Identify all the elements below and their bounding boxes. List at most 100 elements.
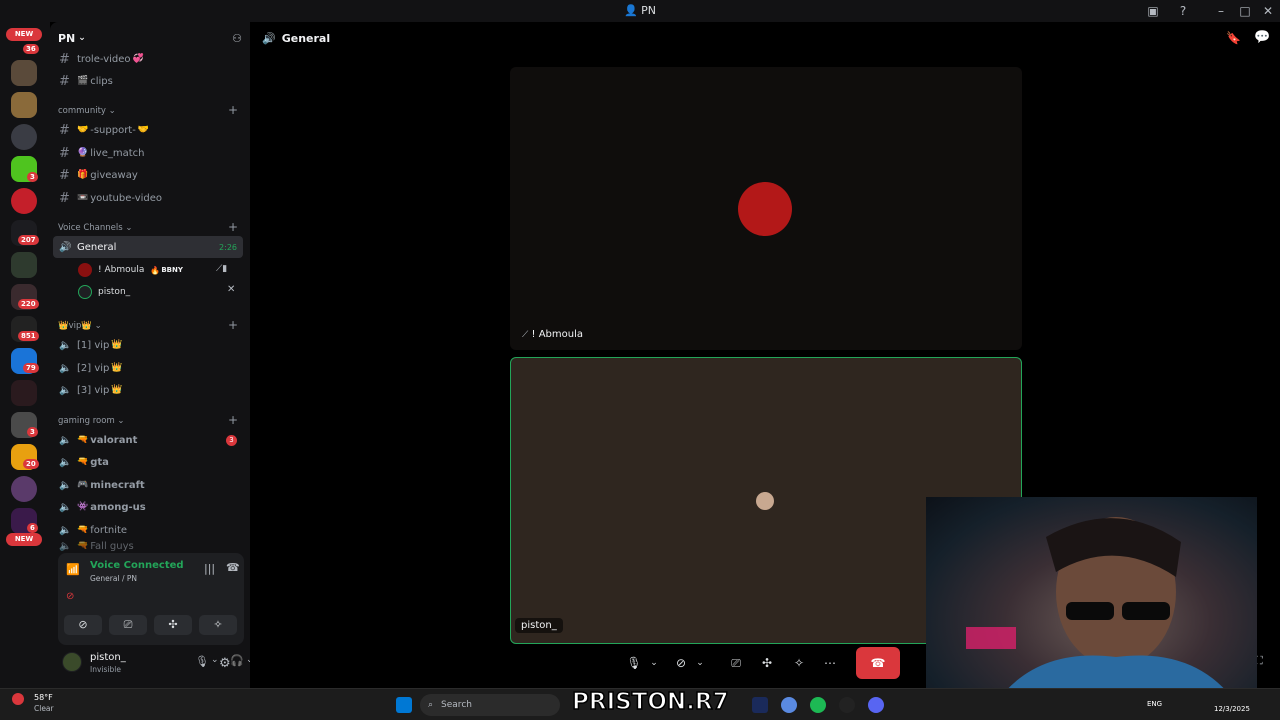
category-vip[interactable]: 👑vip👑 ⌄ (58, 321, 102, 331)
hash-icon: # (59, 73, 70, 89)
start-icon[interactable] (396, 697, 412, 713)
add-channel-icon[interactable]: + (228, 413, 238, 427)
participant-label: ⟋ ! Abmoula (522, 329, 583, 340)
new-badge[interactable]: NEW (6, 533, 42, 546)
minimize-icon[interactable]: – (1213, 3, 1229, 19)
close-icon[interactable]: ✕ (1260, 3, 1276, 19)
chevron-down-icon: ⌄ (78, 33, 86, 43)
activities-icon[interactable]: ✣ (758, 650, 776, 676)
category-voice-channels[interactable]: Voice Channels ⌄ (58, 223, 132, 233)
avatar (756, 492, 774, 510)
premiere-icon[interactable] (752, 697, 768, 713)
bookmark-icon[interactable]: 🔖 (1226, 31, 1241, 45)
search-box[interactable]: ⌕ Search (420, 694, 560, 716)
mention-badge: 3 (27, 427, 38, 437)
participant-tile-abmoula[interactable]: ⟋ ! Abmoula (510, 67, 1022, 350)
voice-status-subtitle[interactable]: General / PN (90, 574, 137, 583)
user-panel: piston_ Invisible 🎙 ⌄ 🎧 ⌄ (58, 648, 254, 682)
soundboard-icon[interactable]: ✧ (790, 650, 808, 676)
weather-desc: Clear (34, 704, 54, 713)
new-badge[interactable]: NEW (6, 28, 42, 41)
discord-icon[interactable] (868, 697, 884, 713)
channel-clips[interactable]: # 🎬 clips (53, 70, 243, 92)
call-timer: 2:26 (219, 242, 237, 252)
channel-emoji: 🎬 (77, 76, 89, 86)
add-channel-icon[interactable]: + (228, 103, 238, 117)
noise-suppression-icon[interactable]: ||| (204, 562, 215, 575)
voice-channel-vip-3[interactable]: 🔈 [3] vip 👑 (53, 379, 243, 401)
server-icon[interactable] (11, 476, 37, 502)
category-gaming-room[interactable]: gaming room ⌄ (58, 416, 125, 426)
voice-channel-vip-1[interactable]: 🔈 [1] vip 👑 (53, 334, 243, 356)
channel-live-match[interactable]: # 🔮 live_match (53, 142, 243, 164)
capcut-icon[interactable] (839, 697, 855, 713)
server-icon[interactable] (11, 188, 37, 214)
voice-channel-valorant[interactable]: 🔈 🔫 valorant 3 (53, 429, 243, 451)
screen-share-button[interactable]: ⎚ (109, 615, 147, 635)
server-icon[interactable] (11, 252, 37, 278)
hash-icon: # (59, 167, 70, 183)
inbox-icon[interactable]: ▣ (1145, 3, 1161, 19)
channel-youtube-video[interactable]: # 📼 youtube-video (53, 187, 243, 209)
spotify-icon[interactable] (810, 697, 826, 713)
server-icon[interactable] (11, 124, 37, 150)
voice-channel-general[interactable]: 🔊 General 2:26 (53, 236, 243, 258)
channel-emoji: 🔮 (77, 148, 89, 158)
speaker-icon: 🔈 (59, 479, 72, 491)
mention-badge: 3 (226, 434, 237, 446)
server-icon[interactable] (11, 92, 37, 118)
microphone-icon[interactable]: 🎙 (195, 655, 209, 668)
add-member-icon[interactable]: ⚇ (232, 32, 242, 45)
weather-alert-icon (12, 693, 24, 705)
help-icon[interactable]: ? (1175, 3, 1191, 19)
chevron-down-icon[interactable]: ⌄ (211, 655, 219, 665)
channel-sidebar: PN ⌄ ⚇ # trole-video 💞 # 🎬 clips communi… (50, 22, 254, 688)
copilot-icon[interactable] (781, 697, 797, 713)
camera-off-icon[interactable]: ⊘ (66, 591, 74, 602)
gear-icon[interactable]: ⚙ (219, 656, 231, 671)
voice-channel-gta[interactable]: 🔈 🔫 gta (53, 451, 243, 473)
screen-share-icon[interactable]: ⎚ (727, 650, 745, 676)
weather-temp[interactable]: 58°F (34, 693, 53, 702)
video-toggle-button[interactable]: ⊘ (64, 615, 102, 635)
voice-channel-fall-guys[interactable]: 🔈 🔫 Fall guys (53, 541, 243, 551)
server-icon[interactable] (11, 380, 37, 406)
channel-trole-video[interactable]: # trole-video 💞 (53, 48, 243, 70)
soundboard-button[interactable]: ✧ (199, 615, 237, 635)
channel-support[interactable]: # 🤝 -support- 🤝 (53, 119, 243, 141)
channel-title: General (281, 31, 331, 45)
voice-channel-minecraft[interactable]: 🔈 🎮 minecraft (53, 474, 243, 496)
microphone-icon[interactable]: 🎙 (626, 650, 642, 676)
chevron-down-icon[interactable]: ⌄ (694, 650, 706, 676)
more-icon[interactable]: ⋯ (821, 650, 839, 676)
leave-call-button[interactable]: ☎ (856, 647, 900, 679)
server-tag: BBNY (161, 266, 183, 274)
voice-user-piston[interactable]: piston_ (78, 285, 130, 299)
server-rail: NEW 36 3 207 220 851 79 3 20 6 NEW (0, 22, 50, 688)
category-community[interactable]: community ⌄ (58, 106, 116, 116)
voice-channel-vip-2[interactable]: 🔈 [2] vip 👑 (53, 357, 243, 379)
mention-badge: 36 (23, 44, 39, 54)
activities-button[interactable]: ✣ (154, 615, 192, 635)
signal-icon[interactable]: 📶 (66, 563, 80, 576)
voice-channel-among-us[interactable]: 🔈 👾 among-us (53, 496, 243, 518)
title-bar: 👤 PN ▣ ? – □ ✕ (0, 0, 1280, 22)
chevron-down-icon[interactable]: ⌄ (648, 650, 660, 676)
camera-off-icon[interactable]: ⊘ (672, 650, 690, 676)
disconnect-icon[interactable]: ☎ (226, 561, 240, 574)
headphones-icon[interactable]: 🎧 (230, 654, 244, 667)
mention-badge: 3 (27, 172, 38, 182)
add-channel-icon[interactable]: + (228, 220, 238, 234)
hash-icon: # (59, 122, 70, 138)
date[interactable]: 12/3/2025 (1214, 705, 1250, 713)
channel-giveaway[interactable]: # 🎁 giveaway (53, 164, 243, 186)
language-indicator[interactable]: ENG (1147, 700, 1162, 708)
avatar[interactable] (62, 652, 82, 672)
maximize-icon[interactable]: □ (1237, 3, 1253, 19)
voice-channel-fortnite[interactable]: 🔈 🔫 fortnite (53, 519, 243, 541)
server-icon[interactable] (11, 60, 37, 86)
voice-user-abmoula[interactable]: ! Abmoula 🔥 BBNY (78, 263, 183, 277)
add-channel-icon[interactable]: + (228, 318, 238, 332)
chat-icon[interactable]: 💬 (1254, 30, 1270, 45)
chair-highlight (966, 627, 1016, 649)
